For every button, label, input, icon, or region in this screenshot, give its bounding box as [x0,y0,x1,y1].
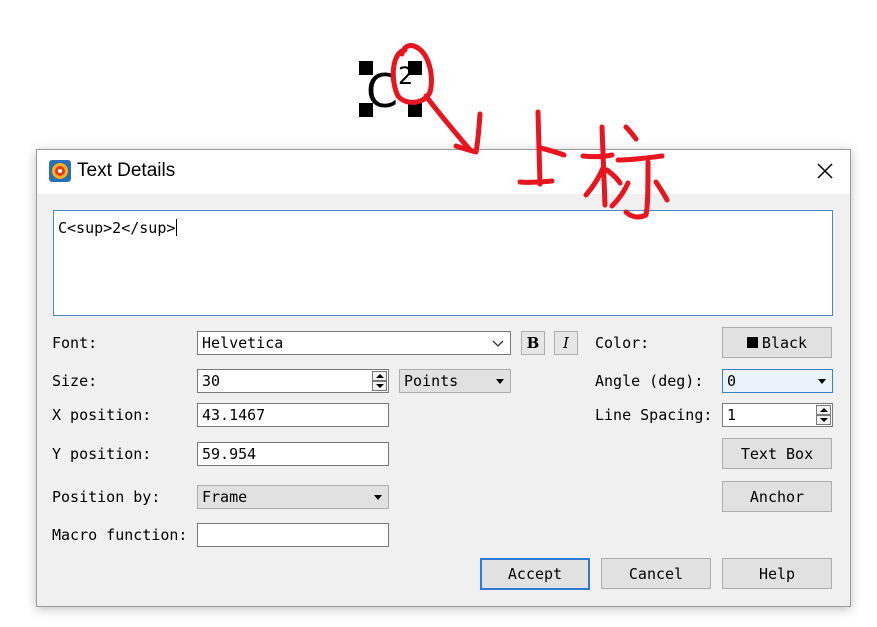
arrow-down-icon [820,418,828,422]
bold-button[interactable]: B [521,331,545,355]
angle-label: Angle (deg): [595,372,704,390]
y-position-input[interactable]: 59.954 [197,442,389,466]
text-details-dialog: Text Details C<sup>2</sup> Font: Size: X… [36,149,851,607]
line-spacing-value: 1 [727,406,737,424]
angle-select[interactable]: 0 [722,369,833,393]
color-label: Color: [595,334,650,352]
font-select-value: Helvetica [202,334,284,352]
size-increment-button[interactable] [372,371,387,381]
accept-button[interactable]: Accept [480,558,590,590]
chevron-down-icon [492,340,504,347]
color-swatch [746,337,758,348]
dropdown-arrow-icon [496,379,504,384]
angle-value: 0 [727,372,737,390]
size-unit-value: Points [404,372,459,390]
help-button[interactable]: Help [722,558,832,589]
annotation-arrow [423,93,473,153]
line-spacing-decrement-button[interactable] [816,415,831,425]
dialog-title: Text Details [77,160,176,181]
size-label: Size: [52,372,98,390]
macro-function-input[interactable] [197,523,389,547]
selection-handle-top-left[interactable] [359,61,373,75]
selection-handle-bottom-left[interactable] [359,103,373,117]
x-position-input[interactable]: 43.1467 [197,403,389,427]
line-spacing-spinner[interactable]: 1 [722,403,833,427]
anchor-button[interactable]: Anchor [722,481,832,512]
dropdown-arrow-icon [374,495,382,500]
arrow-down-icon [376,384,384,388]
font-select[interactable]: Helvetica [197,331,511,355]
italic-button[interactable]: I [554,331,578,355]
text-box-button[interactable]: Text Box [722,438,832,469]
position-by-label: Position by: [52,488,161,506]
dialog-titlebar[interactable]: Text Details [37,150,850,194]
line-spacing-increment-button[interactable] [816,405,831,415]
arrow-up-icon [376,374,384,378]
text-caret [176,219,178,236]
selection-handle-top-right[interactable] [408,61,422,75]
arrow-up-icon [820,408,828,412]
position-by-value: Frame [202,488,248,506]
annotation-arrowhead [453,111,483,155]
close-icon[interactable] [814,160,836,182]
position-by-select[interactable]: Frame [197,485,389,509]
text-content-input[interactable]: C<sup>2</sup> [53,210,833,316]
size-unit-select[interactable]: Points [399,369,511,393]
size-decrement-button[interactable] [372,381,387,391]
dropdown-arrow-icon [818,379,826,384]
y-position-value: 59.954 [202,445,257,463]
cancel-button[interactable]: Cancel [601,558,711,589]
color-value: Black [761,333,808,352]
font-label: Font: [52,334,98,352]
line-spacing-label: Line Spacing: [595,406,713,424]
x-position-label: X position: [52,406,152,424]
x-position-value: 43.1467 [202,406,266,424]
size-value: 30 [202,372,221,390]
y-position-label: Y position: [52,445,152,463]
text-content-value: C<sup>2</sup> [58,219,176,237]
selection-handle-bottom-right[interactable] [408,103,422,117]
color-button[interactable]: Black [722,327,832,358]
app-icon [49,160,71,182]
size-spinner[interactable]: 30 [197,369,389,393]
macro-function-label: Macro function: [52,526,188,544]
